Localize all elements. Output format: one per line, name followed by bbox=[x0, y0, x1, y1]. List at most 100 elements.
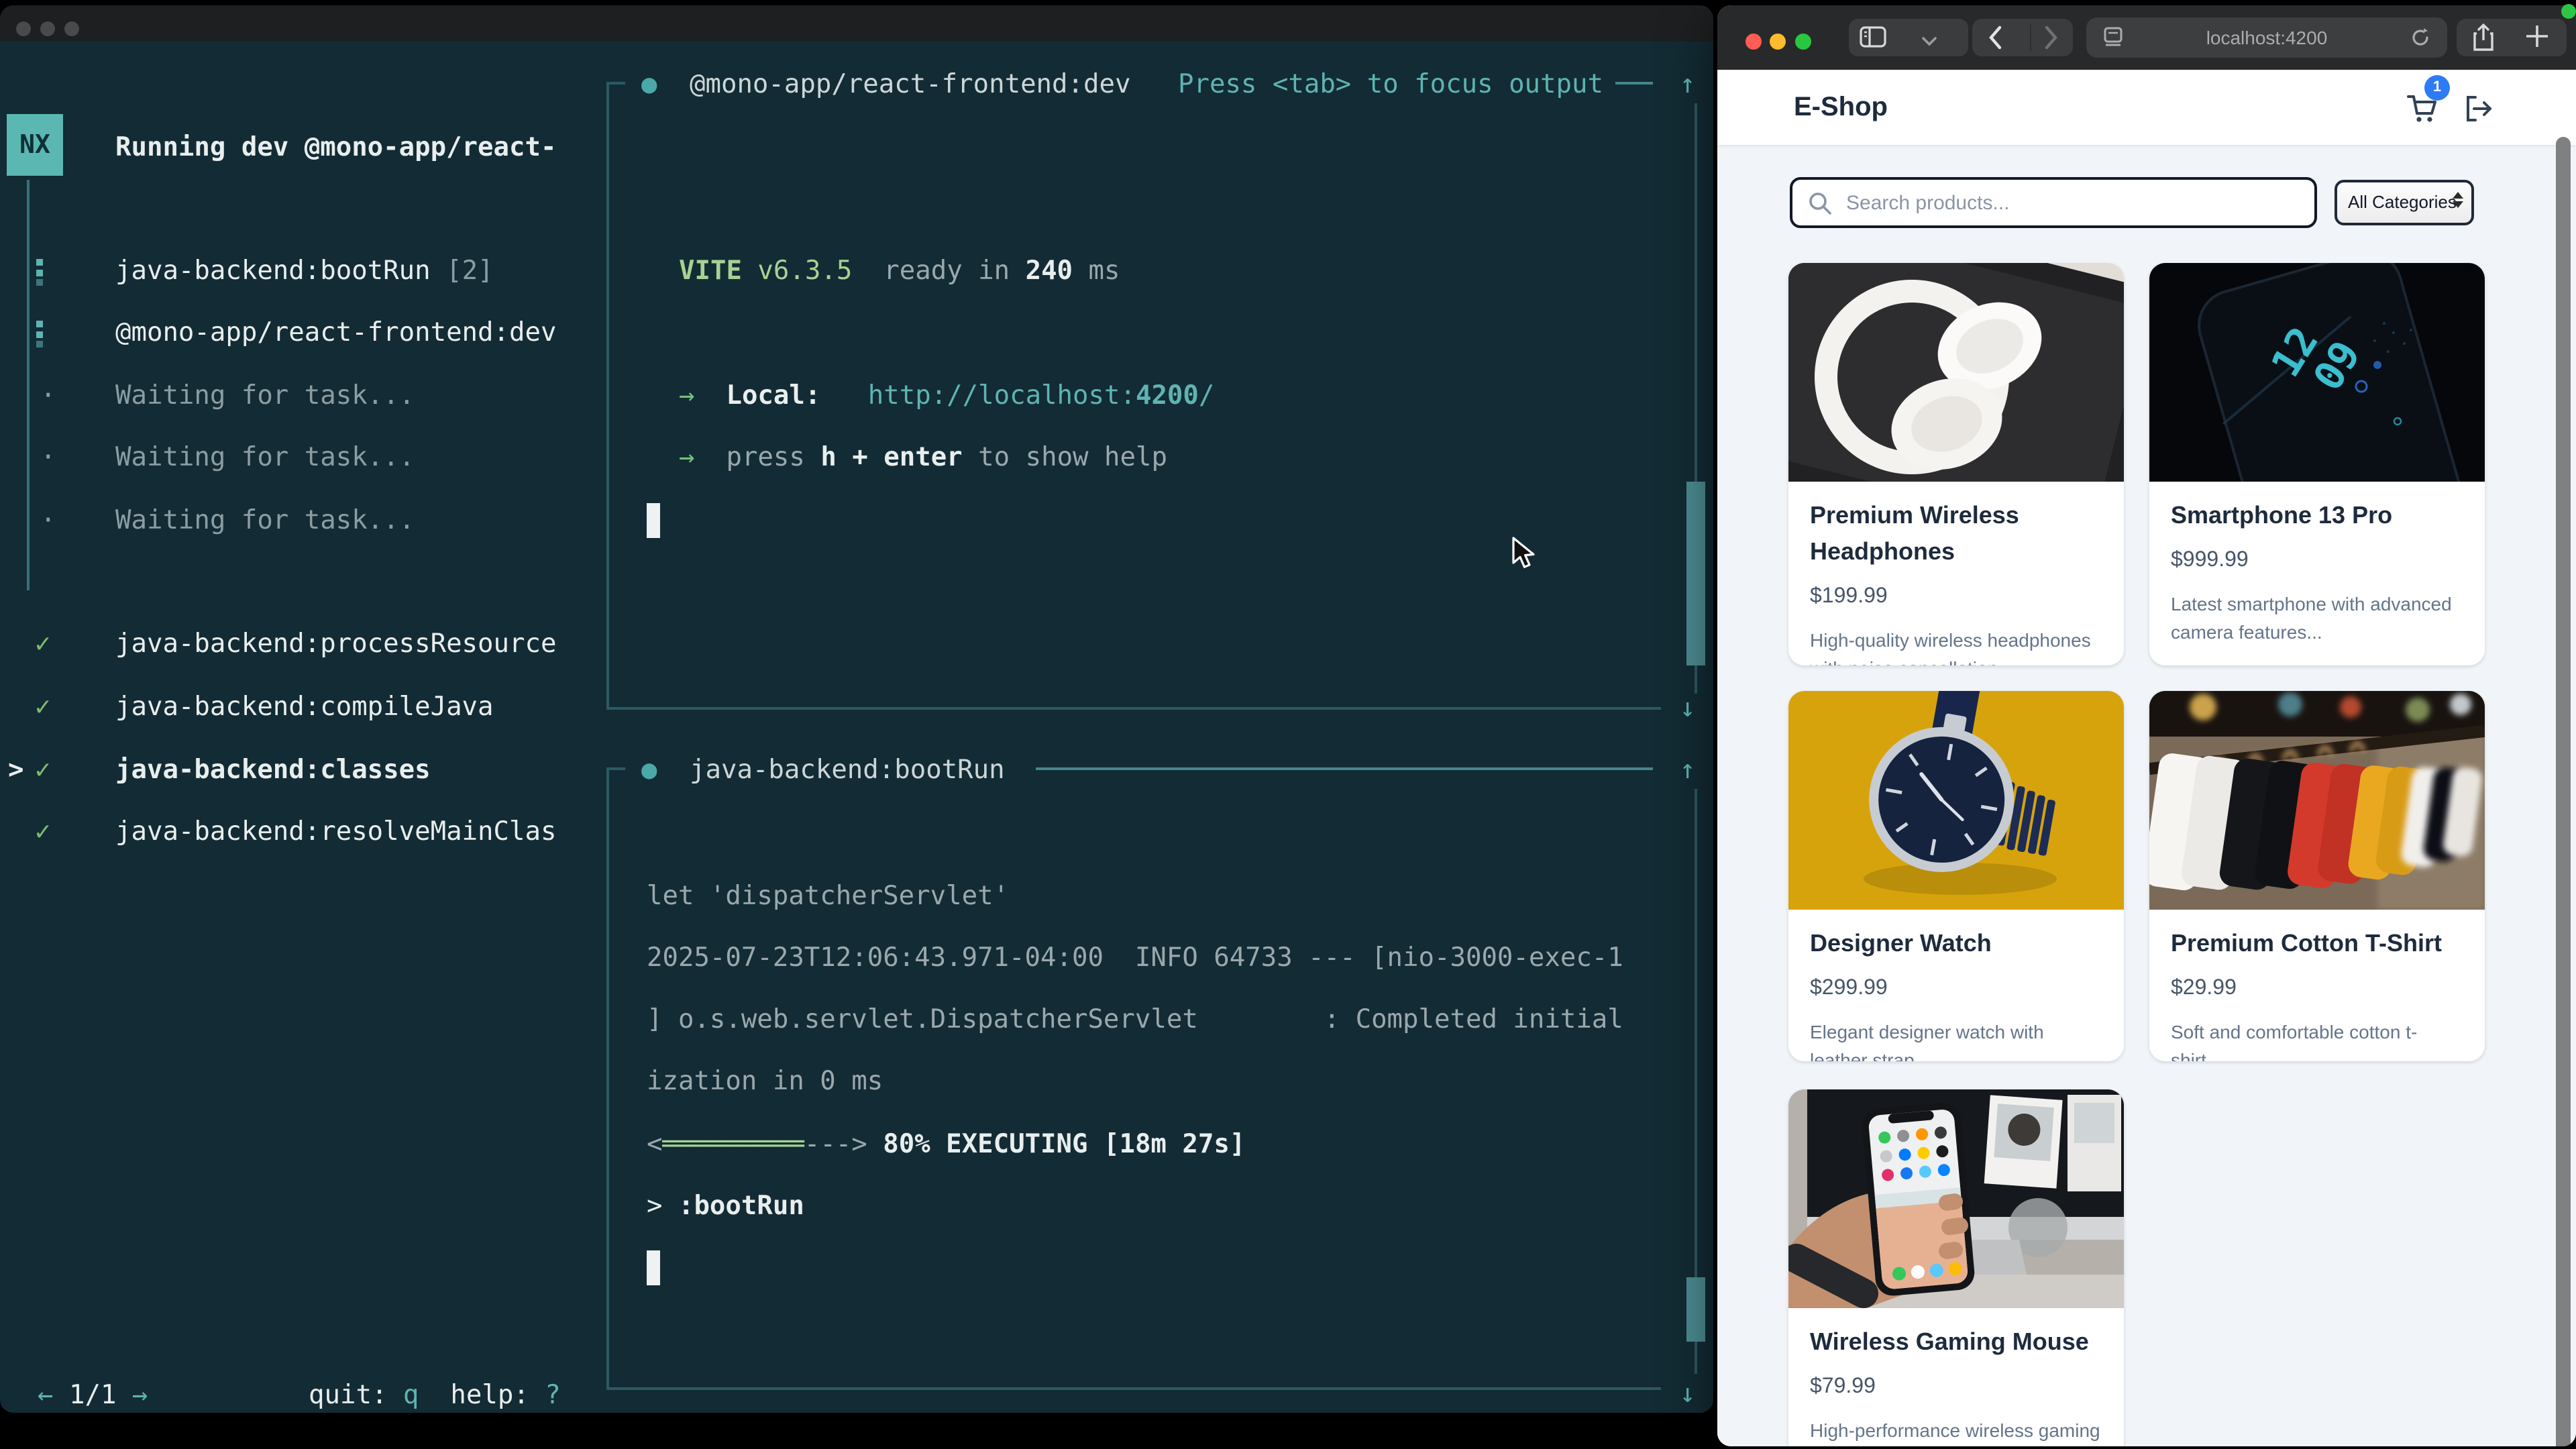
back-icon[interactable] bbox=[1987, 24, 2003, 58]
product-name: Premium Cotton T-Shirt bbox=[2171, 926, 2463, 962]
panel-title: java-backend:bootRun bbox=[690, 751, 1005, 788]
traffic-light-minimize-icon[interactable] bbox=[1770, 34, 1786, 50]
panel-bottom-border bbox=[606, 1387, 1661, 1390]
check-icon: ✓ bbox=[35, 751, 51, 788]
product-name: Wireless Gaming Mouse bbox=[1810, 1324, 2102, 1360]
panel-hint: Press <tab> to focus output bbox=[1178, 66, 1603, 102]
share-icon[interactable] bbox=[2471, 23, 2496, 59]
waiting-dot-icon: · bbox=[40, 502, 56, 538]
scroll-down-icon[interactable]: ↓ bbox=[1680, 1375, 1696, 1411]
traffic-light-minimize-icon[interactable] bbox=[40, 21, 55, 36]
product-card[interactable]: Premium Wireless Headphones $199.99 High… bbox=[1788, 263, 2124, 665]
url-bar[interactable]: localhost:4200 bbox=[2086, 17, 2447, 58]
vite-ready-line: VITE v6.3.5 ready in 240 ms bbox=[679, 252, 1120, 288]
terminal-cursor bbox=[647, 1250, 660, 1285]
panel-left-border bbox=[606, 82, 609, 710]
eshop-title: E-Shop bbox=[1794, 90, 1888, 125]
spinner-icon bbox=[36, 259, 44, 286]
scrollbar-thumb[interactable] bbox=[1686, 482, 1705, 665]
product-description: Latest smartphone with advanced camera f… bbox=[2171, 590, 2463, 647]
gradle-progress-line: <═════════---> 80% EXECUTING [18m 27s] bbox=[647, 1126, 1245, 1162]
terminal-window: NX Running dev @mono-app/react- java-bac… bbox=[0, 5, 1713, 1413]
mouse-cursor-icon bbox=[1511, 537, 1540, 578]
scrollbar-thumb[interactable] bbox=[1686, 1277, 1705, 1342]
product-name: Smartphone 13 Pro bbox=[2171, 498, 2463, 534]
pager: ← 1/1 → bbox=[38, 1377, 148, 1413]
terminal-run-title: Running dev @mono-app/react- bbox=[115, 129, 612, 165]
logout-icon[interactable] bbox=[2462, 93, 2494, 131]
check-icon: ✓ bbox=[35, 625, 51, 661]
product-description: High-quality wireless headphones with no… bbox=[1810, 627, 2102, 665]
cart-count-badge: 1 bbox=[2424, 75, 2450, 101]
product-description: Elegant designer watch with leather stra… bbox=[1810, 1018, 2102, 1061]
panel-corner bbox=[606, 767, 625, 770]
check-icon: ✓ bbox=[35, 688, 51, 724]
url-text[interactable]: localhost:4200 bbox=[2086, 17, 2447, 58]
task-row: java-backend:processResource bbox=[115, 625, 556, 661]
desktop: NX Running dev @mono-app/react- java-bac… bbox=[0, 0, 2576, 1449]
product-card[interactable]: Premium Cotton T-Shirt $29.99 Soft and c… bbox=[2149, 691, 2485, 1061]
traffic-light-zoom-icon[interactable] bbox=[1795, 34, 1811, 50]
pager-left-icon[interactable]: ← bbox=[38, 1379, 54, 1410]
browser-scrollbar-thumb[interactable] bbox=[2556, 137, 2571, 1446]
panel-corner bbox=[606, 82, 625, 85]
scroll-down-icon[interactable]: ↓ bbox=[1680, 690, 1696, 726]
product-card[interactable]: Wireless Gaming Mouse $79.99 High-perfor… bbox=[1788, 1089, 2124, 1446]
gradle-task-line: > :bootRun bbox=[647, 1187, 804, 1224]
waiting-dot-icon: · bbox=[40, 439, 56, 475]
log-line: ization in 0 ms bbox=[647, 1063, 883, 1099]
product-name: Designer Watch bbox=[1810, 926, 2102, 962]
search-input[interactable] bbox=[1843, 180, 2305, 228]
traffic-light-close-icon[interactable] bbox=[1746, 34, 1762, 50]
task-row: java-backend:compileJava bbox=[115, 688, 494, 724]
nav-divider bbox=[2030, 24, 2031, 51]
smartphone-photo: 12 09 bbox=[2149, 263, 2485, 482]
product-price: $999.99 bbox=[2171, 545, 2463, 577]
pager-right-icon[interactable]: → bbox=[132, 1379, 148, 1410]
traffic-light-zoom-icon[interactable] bbox=[64, 21, 79, 36]
terminal-titlebar bbox=[0, 5, 1713, 42]
headphones-photo bbox=[1788, 263, 2124, 482]
product-card[interactable]: 12 09 Smartphone 13 Pro $999.99 Latest s… bbox=[2149, 263, 2485, 665]
chevron-down-icon[interactable] bbox=[1921, 30, 1937, 54]
reload-icon[interactable] bbox=[2410, 27, 2431, 55]
scroll-up-icon[interactable]: ↑ bbox=[1680, 66, 1696, 102]
panel-left-border bbox=[606, 767, 609, 1390]
product-name: Premium Wireless Headphones bbox=[1810, 498, 2102, 570]
check-icon: ✓ bbox=[35, 813, 51, 849]
watch-photo bbox=[1788, 691, 2124, 910]
log-line: 2025-07-23T12:06:43.971-04:00 INFO 64733… bbox=[647, 939, 1623, 975]
product-price: $199.99 bbox=[1810, 581, 2102, 613]
browser-toolbar: localhost:4200 bbox=[1717, 5, 2576, 70]
terminal-body: NX Running dev @mono-app/react- java-bac… bbox=[0, 42, 1713, 1413]
product-card[interactable]: Designer Watch $299.99 Elegant designer … bbox=[1788, 691, 2124, 1061]
localhost-link[interactable]: http://localhost: bbox=[820, 380, 1136, 411]
terminal-cursor bbox=[647, 503, 660, 538]
scroll-up-icon[interactable]: ↑ bbox=[1680, 751, 1696, 788]
browser-window: localhost:4200 E-Shop 1 bbox=[1717, 5, 2576, 1446]
sidebar-icon[interactable] bbox=[1860, 25, 1886, 56]
task-row: Waiting for task... bbox=[115, 502, 415, 538]
local-url-line: → Local: http://localhost:4200/ bbox=[679, 377, 1214, 413]
help-hint-line: → press h + enter to show help bbox=[679, 439, 1167, 475]
eshop-header: E-Shop 1 bbox=[1717, 70, 2576, 145]
select-arrows-icon bbox=[2453, 192, 2463, 208]
forward-icon[interactable] bbox=[2043, 24, 2059, 58]
key-hints: quit: q help: ? bbox=[309, 1377, 561, 1413]
localhost-port[interactable]: 4200 bbox=[1136, 380, 1199, 411]
search-box bbox=[1790, 177, 2317, 228]
active-task-chevron-icon: > bbox=[8, 751, 24, 788]
task-row-active: java-backend:classes bbox=[115, 751, 431, 788]
spinner-icon bbox=[36, 321, 44, 347]
search-icon bbox=[1807, 191, 1833, 223]
category-select[interactable]: All Categories bbox=[2334, 180, 2474, 225]
new-tab-icon[interactable] bbox=[2525, 24, 2549, 55]
nx-logo: NX bbox=[7, 114, 63, 176]
panel-bullet-icon: ● bbox=[641, 751, 657, 788]
task-tree-line bbox=[27, 180, 30, 590]
task-row: @mono-app/react-frontend:dev bbox=[115, 314, 556, 350]
task-row: Waiting for task... bbox=[115, 439, 415, 475]
product-price: $299.99 bbox=[1810, 973, 2102, 1005]
product-description: Soft and comfortable cotton t-shirt... bbox=[2171, 1018, 2463, 1061]
traffic-light-close-icon[interactable] bbox=[16, 21, 31, 36]
